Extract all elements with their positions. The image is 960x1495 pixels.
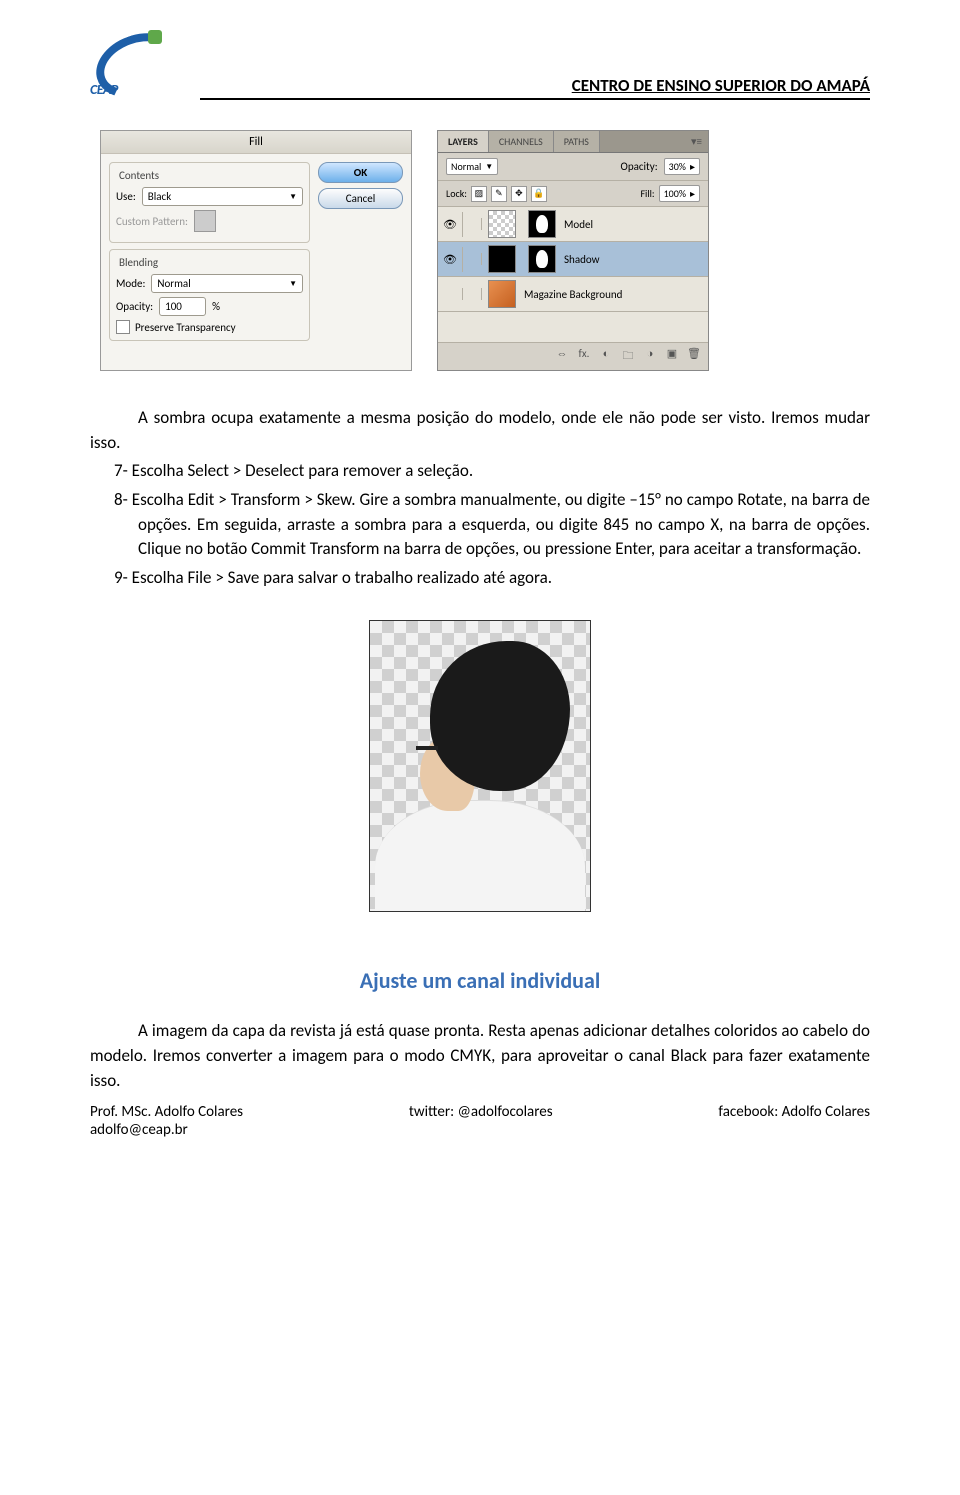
- lock-pixels-icon[interactable]: ✎: [491, 186, 507, 202]
- lock-transparency-icon[interactable]: ▨: [471, 186, 487, 202]
- use-label: Use:: [116, 190, 136, 203]
- preserve-transparency-checkbox[interactable]: [116, 320, 130, 334]
- pattern-swatch[interactable]: [194, 210, 216, 232]
- layer-opacity-input[interactable]: 30%▸: [664, 158, 700, 175]
- list-item-7: 7- Escolha Select > Deselect para remove…: [90, 459, 870, 484]
- preserve-transparency-label: Preserve Transparency: [135, 321, 236, 334]
- list-item-8: 8- Escolha Edit > Transform > Skew. Gire…: [90, 488, 870, 562]
- logo-text: CEAP: [90, 81, 118, 98]
- new-layer-icon[interactable]: ▣: [664, 347, 680, 366]
- page-footer: Prof. MSc. Adolfo Colares adolfo@ceap.br…: [90, 1103, 870, 1139]
- link-layers-icon[interactable]: ⇔: [554, 347, 570, 366]
- fill-dialog: Fill Contents Use: Black ▼ Custo: [100, 130, 412, 371]
- chevron-down-icon: ▼: [485, 162, 493, 172]
- opacity-unit: %: [212, 300, 220, 313]
- header-title: CENTRO DE ENSINO SUPERIOR DO AMAPÁ: [572, 75, 870, 96]
- mode-label: Mode:: [116, 277, 145, 290]
- layer-name: Model: [562, 218, 593, 231]
- new-group-icon[interactable]: 🗀: [620, 347, 636, 366]
- tab-layers[interactable]: LAYERS: [438, 131, 489, 152]
- adjustment-layer-icon[interactable]: ◑: [642, 347, 658, 366]
- tab-channels[interactable]: CHANNELS: [489, 131, 554, 152]
- fill-label: Fill:: [640, 187, 654, 200]
- layer-row-shadow[interactable]: 👁 Shadow: [438, 242, 708, 277]
- body-text-block-2: A imagem da capa da revista já está quas…: [90, 1019, 870, 1093]
- model-profile-image: [369, 620, 591, 912]
- use-select[interactable]: Black ▼: [142, 187, 303, 206]
- ok-button[interactable]: OK: [318, 162, 403, 183]
- paragraph: A sombra ocupa exatamente a mesma posiçã…: [90, 406, 870, 455]
- layer-mask-thumbnail: [528, 210, 556, 238]
- footer-facebook: facebook: Adolfo Colares: [718, 1103, 870, 1139]
- body-text-block-1: A sombra ocupa exatamente a mesma posiçã…: [90, 406, 870, 590]
- blending-group-label: Blending: [116, 256, 161, 269]
- layer-thumbnail: [488, 245, 516, 273]
- mode-select[interactable]: Normal ▼: [151, 274, 303, 293]
- footer-author: Prof. MSc. Adolfo Colares: [90, 1103, 243, 1121]
- lock-all-icon[interactable]: 🔒: [531, 186, 547, 202]
- list-item-9: 9- Escolha File > Save para salvar o tra…: [90, 566, 870, 591]
- opacity-label: Opacity:: [116, 300, 153, 313]
- footer-email: adolfo@ceap.br: [90, 1121, 243, 1139]
- lock-position-icon[interactable]: ✥: [511, 186, 527, 202]
- footer-twitter: twitter: @adolfocolares: [409, 1103, 553, 1139]
- visibility-toggle[interactable]: [438, 288, 463, 300]
- cancel-button[interactable]: Cancel: [318, 188, 403, 209]
- delete-layer-icon[interactable]: 🗑: [686, 347, 702, 366]
- panel-menu-icon[interactable]: ▾≡: [685, 131, 708, 152]
- page-header: CEAP CENTRO DE ENSINO SUPERIOR DO AMAPÁ: [90, 30, 870, 100]
- paragraph: A imagem da capa da revista já está quas…: [90, 1019, 870, 1093]
- layers-panel: LAYERS CHANNELS PATHS ▾≡ Normal ▼ Opacit…: [437, 130, 709, 371]
- custom-pattern-label: Custom Pattern:: [116, 215, 188, 228]
- layer-name: Shadow: [562, 253, 600, 266]
- tab-paths[interactable]: PATHS: [554, 131, 600, 152]
- visibility-toggle[interactable]: 👁: [438, 212, 463, 237]
- add-mask-icon[interactable]: ◐: [598, 347, 614, 366]
- section-title: Ajuste um canal individual: [90, 967, 870, 994]
- logo: CEAP: [90, 30, 180, 100]
- opacity-label: Opacity:: [621, 160, 658, 173]
- layer-row-magazine-bg[interactable]: Magazine Background: [438, 277, 708, 312]
- lock-label: Lock:: [446, 187, 467, 200]
- layer-thumbnail: [488, 280, 516, 308]
- chevron-down-icon: ▼: [289, 279, 297, 289]
- chevron-down-icon: ▼: [289, 192, 297, 202]
- opacity-input[interactable]: 100: [159, 297, 206, 316]
- layer-mask-thumbnail: [528, 245, 556, 273]
- layer-name: Magazine Background: [522, 288, 622, 301]
- contents-group-label: Contents: [116, 169, 162, 182]
- layer-fx-icon[interactable]: fx.: [576, 347, 592, 366]
- visibility-toggle[interactable]: 👁: [438, 247, 463, 272]
- layer-thumbnail: [488, 210, 516, 238]
- blend-mode-select[interactable]: Normal ▼: [446, 158, 498, 175]
- fill-dialog-title: Fill: [101, 131, 411, 154]
- layer-fill-input[interactable]: 100%▸: [659, 185, 700, 202]
- layer-row-model[interactable]: 👁 Model: [438, 207, 708, 242]
